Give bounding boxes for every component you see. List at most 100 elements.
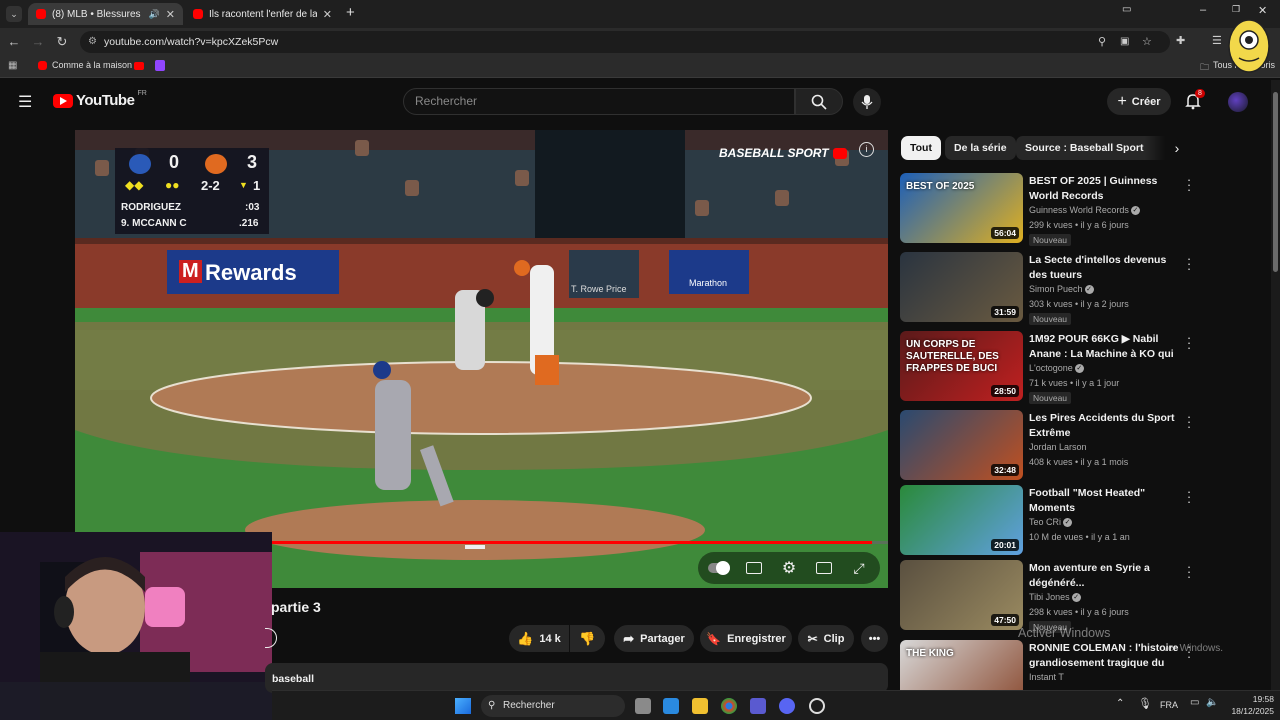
task-view-icon[interactable] — [635, 698, 651, 714]
file-explorer-icon[interactable] — [692, 698, 708, 714]
forward-icon[interactable]: → — [30, 34, 46, 49]
recommendation-title[interactable]: Les Pires Accidents du Sport Extrême — [1029, 411, 1179, 440]
tab-list-button[interactable]: ⌄ — [6, 6, 22, 22]
recommendation-thumbnail[interactable]: 47:50 — [900, 560, 1023, 630]
extensions-icon[interactable]: ✚ — [1176, 34, 1185, 47]
close-window-icon[interactable]: ✕ — [1258, 4, 1267, 17]
youtube-bookmark-icon[interactable] — [134, 62, 144, 70]
settings-button[interactable]: ⚙ — [778, 557, 800, 579]
more-vertical-icon[interactable]: · · · — [1185, 252, 1193, 275]
youtube-logo[interactable]: YouTube FR — [53, 90, 147, 109]
recommendation-channel[interactable]: L'octogone ✓ — [1029, 363, 1084, 374]
like-button[interactable]: 👍 14 k — [509, 625, 569, 652]
tab-mlb[interactable]: (8) MLB • Blessures effrayan 🔊 ✕ — [28, 3, 183, 25]
recommendation-channel[interactable]: Guinness World Records ✓ — [1029, 205, 1140, 216]
twitch-bookmark-icon[interactable] — [155, 60, 165, 71]
recommendation-channel[interactable]: Instant T — [1029, 672, 1064, 682]
clip-button[interactable]: ✂ Clip — [798, 625, 854, 652]
app-icon[interactable] — [809, 698, 825, 714]
autoplay-toggle[interactable] — [706, 557, 732, 579]
more-vertical-icon[interactable]: · · · — [1185, 560, 1193, 583]
voice-search-button[interactable] — [853, 88, 881, 116]
cast-icon[interactable]: ▭ — [1122, 4, 1131, 15]
subscribe-partial[interactable] — [265, 628, 277, 648]
site-info-icon[interactable]: ⚙ — [88, 31, 97, 53]
restore-icon[interactable]: ❐ — [1232, 4, 1240, 15]
bookmark-comme-a-la-maison[interactable]: Comme à la maison — [38, 60, 132, 70]
recommendation-title[interactable]: BEST OF 2025 | Guinness World Records — [1029, 174, 1179, 203]
more-vertical-icon[interactable]: · · · — [1185, 331, 1193, 354]
recommendation-title[interactable]: 1M92 POUR 66KG ▶ Nabil Anane : La Machin… — [1029, 332, 1179, 362]
apps-grid-icon[interactable]: ▦ — [8, 60, 17, 71]
mic-tray-icon[interactable]: 🎙 — [1138, 697, 1152, 710]
back-icon[interactable]: ← — [6, 34, 22, 49]
clock[interactable]: 19:58 18/12/2025 — [1222, 693, 1274, 717]
video-player[interactable]: 0 3 ◆◆ ●● 2-2 ▼ 1 RODRIGUEZ :03 9. MCCAN… — [75, 130, 888, 588]
more-vertical-icon[interactable]: · · · — [1185, 173, 1193, 196]
recommendation-item[interactable]: 47:50 Mon aventure en Syrie a dégénéré...… — [900, 560, 1200, 633]
recommendation-channel[interactable]: Tibi Jones ✓ — [1029, 592, 1081, 603]
recommendation-title[interactable]: RONNIE COLEMAN : l'histoire grandiosemen… — [1029, 641, 1179, 671]
page-scrollbar[interactable] — [1271, 80, 1280, 690]
recommendation-thumbnail[interactable]: 31:59 — [900, 252, 1023, 322]
chip-series[interactable]: De la série — [945, 136, 1016, 160]
dislike-button[interactable]: 👎 — [570, 625, 605, 652]
chrome-icon[interactable] — [721, 698, 737, 714]
account-avatar[interactable] — [1228, 92, 1248, 112]
recommendation-channel[interactable]: Simon Puech ✓ — [1029, 284, 1094, 295]
share-button[interactable]: ➦ Partager — [614, 625, 694, 652]
chips-next-button[interactable]: › — [1165, 136, 1189, 160]
recommendation-thumbnail[interactable]: UN CORPS DE SAUTERELLE, DES FRAPPES DE B… — [900, 331, 1023, 401]
install-icon[interactable]: ▣ — [1120, 31, 1129, 53]
chip-all[interactable]: Tout — [901, 136, 941, 160]
recommendation-title[interactable]: Football "Most Heated" Moments — [1029, 486, 1179, 515]
more-vertical-icon[interactable]: · · · — [1185, 485, 1193, 508]
more-actions-button[interactable]: ••• — [861, 625, 888, 652]
search-input[interactable]: Rechercher — [403, 88, 795, 115]
notifications-button[interactable]: 8 — [1184, 89, 1205, 112]
chip-source[interactable]: Source : Baseball Sport — [1016, 136, 1153, 160]
tab-prostitution[interactable]: Ils racontent l'enfer de la prostit ✕ — [185, 3, 340, 25]
menu-icon[interactable]: ☰ — [1212, 34, 1222, 47]
miniplayer-button[interactable] — [813, 557, 835, 579]
recommendation-thumbnail[interactable]: BEST OF 2025 56:04 — [900, 173, 1023, 243]
zoom-icon[interactable]: ⚲ — [1098, 31, 1106, 53]
recommendation-title[interactable]: Mon aventure en Syrie a dégénéré... — [1029, 561, 1179, 590]
description-box[interactable]: baseball — [265, 663, 888, 693]
bookmark-star-icon[interactable]: ☆ — [1142, 31, 1152, 53]
language-indicator[interactable]: FRA — [1160, 700, 1178, 710]
close-tab-icon[interactable]: ✕ — [166, 8, 175, 21]
save-button[interactable]: 🔖 Enregistrer — [700, 625, 792, 652]
url-field[interactable]: ⚙ youtube.com/watch?v=kpcXZek5Pcw ⚲ ▣ ☆ — [80, 31, 1170, 53]
fullscreen-button[interactable]: ⤢ — [848, 557, 870, 579]
network-icon[interactable]: ▭ — [1190, 697, 1199, 708]
new-tab-button[interactable]: + — [346, 4, 355, 21]
recommendation-channel[interactable]: Teo CRi ✓ — [1029, 517, 1073, 528]
recommendation-thumbnail[interactable]: 20:01 — [900, 485, 1023, 555]
recommendation-item[interactable]: 20:01 Football "Most Heated" Moments Teo C… — [900, 485, 1200, 555]
tray-chevron-icon[interactable]: ⌃ — [1116, 698, 1124, 709]
info-icon[interactable]: i — [859, 142, 874, 157]
recommendation-item[interactable]: BEST OF 2025 56:04 BEST OF 2025 | Guinness… — [900, 173, 1200, 246]
recommendation-title[interactable]: La Secte d'intellos devenus des tueurs — [1029, 253, 1179, 282]
recommendation-thumbnail[interactable]: 32:48 — [900, 410, 1023, 480]
recommendation-item[interactable]: 31:59 La Secte d'intellos devenus des tue… — [900, 252, 1200, 325]
windows-start-icon[interactable] — [455, 698, 471, 714]
volume-icon[interactable]: 🔈 — [1206, 697, 1218, 708]
create-button[interactable]: + Créer — [1107, 88, 1171, 115]
teams-icon[interactable] — [750, 698, 766, 714]
hamburger-menu-icon[interactable]: ☰ — [18, 92, 32, 112]
recommendation-item[interactable]: UN CORPS DE SAUTERELLE, DES FRAPPES DE B… — [900, 331, 1200, 404]
scrollbar-thumb[interactable] — [1273, 92, 1278, 272]
reload-icon[interactable]: ↻ — [54, 34, 70, 50]
recommendation-channel[interactable]: Jordan Larson — [1029, 442, 1087, 452]
more-vertical-icon[interactable]: · · · — [1185, 410, 1193, 433]
discord-icon[interactable] — [779, 698, 795, 714]
store-icon[interactable] — [663, 698, 679, 714]
minimize-icon[interactable]: – — [1200, 4, 1206, 16]
close-tab-icon[interactable]: ✕ — [323, 8, 332, 21]
taskbar-search[interactable]: ⚲ Rechercher — [481, 695, 625, 717]
recommendation-item[interactable]: 32:48 Les Pires Accidents du Sport Extrêm… — [900, 410, 1200, 480]
search-button[interactable] — [795, 88, 843, 115]
subtitles-button[interactable] — [743, 557, 765, 579]
